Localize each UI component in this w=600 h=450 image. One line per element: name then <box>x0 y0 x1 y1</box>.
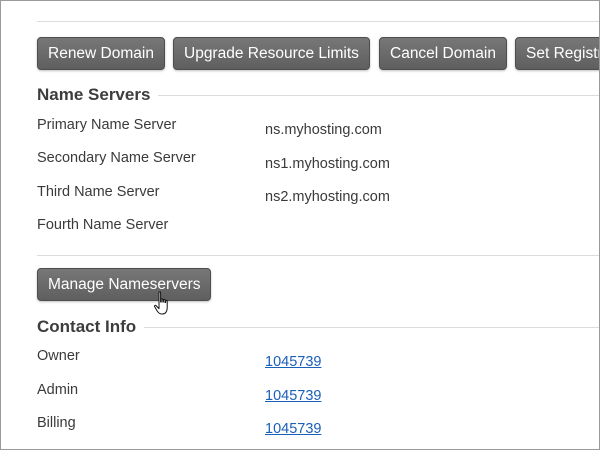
renew-domain-button[interactable]: Renew Domain <box>37 37 165 70</box>
admin-label: Admin <box>37 382 79 398</box>
contact-info-title: Contact Info <box>37 317 145 337</box>
set-registrar-button[interactable]: Set Registrar <box>515 37 599 70</box>
section-divider <box>37 255 599 256</box>
admin-contact-link[interactable]: 1045739 <box>265 388 321 404</box>
hand-pointer-icon <box>153 291 168 315</box>
page-frame: Renew Domain Upgrade Resource Limits Can… <box>0 0 600 450</box>
upgrade-resource-limits-button[interactable]: Upgrade Resource Limits <box>173 37 370 70</box>
fourth-ns-label: Fourth Name Server <box>37 217 169 233</box>
contact-info-divider <box>141 327 599 328</box>
primary-ns-label: Primary Name Server <box>37 117 177 133</box>
owner-label: Owner <box>37 348 80 364</box>
name-servers-divider <box>151 95 599 96</box>
billing-label: Billing <box>37 415 76 431</box>
secondary-ns-label: Secondary Name Server <box>37 150 196 166</box>
name-servers-title: Name Servers <box>37 85 159 105</box>
billing-contact-link[interactable]: 1045739 <box>265 421 321 437</box>
primary-ns-value: ns.myhosting.com <box>265 122 382 138</box>
owner-contact-link[interactable]: 1045739 <box>265 354 321 370</box>
third-ns-value: ns2.myhosting.com <box>265 189 390 205</box>
secondary-ns-value: ns1.myhosting.com <box>265 156 390 172</box>
cancel-domain-button[interactable]: Cancel Domain <box>379 37 507 70</box>
manage-nameservers-button[interactable]: Manage Nameservers <box>37 268 212 301</box>
top-divider <box>37 21 599 22</box>
third-ns-label: Third Name Server <box>37 184 160 200</box>
